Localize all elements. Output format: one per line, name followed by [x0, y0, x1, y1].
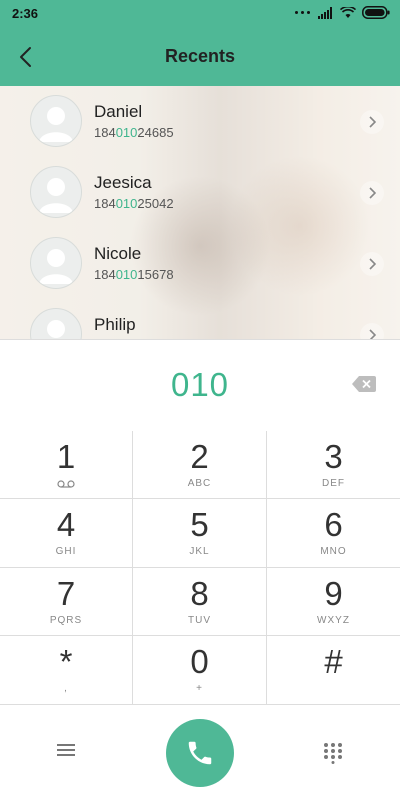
wifi-icon [340, 6, 356, 18]
contact-item[interactable]: Nicole 18401015678 [0, 228, 400, 299]
voicemail-icon [57, 479, 75, 488]
contact-name: Daniel [94, 102, 143, 121]
recents-list: Daniel 18401024685 Jeesica 18401025042 N… [0, 86, 400, 339]
contact-avatar-icon [30, 95, 82, 147]
key-hash[interactable]: # [267, 636, 400, 705]
number-display: 010 [0, 339, 400, 432]
key-4[interactable]: 4 GHI [0, 499, 133, 568]
phone-icon [188, 741, 212, 765]
call-button[interactable] [166, 719, 234, 787]
dialpad-icon [324, 743, 342, 764]
key-1[interactable]: 1 [0, 431, 133, 499]
menu-icon [57, 744, 75, 756]
contact-details-button[interactable] [360, 323, 384, 339]
page-title: Recents [164, 46, 236, 66]
key-6[interactable]: 6 MNO [267, 499, 400, 568]
contact-name: Nicole [94, 244, 142, 263]
key-5[interactable]: 5 JKL [133, 499, 267, 568]
dialed-number: 010 [170, 366, 230, 403]
chevron-right-icon [369, 116, 376, 128]
contact-details-button[interactable] [360, 110, 384, 134]
contact-item[interactable]: Philip [0, 299, 400, 339]
contact-details-button[interactable] [360, 252, 384, 276]
key-3[interactable]: 3 DEF [267, 431, 400, 499]
signal-icon [318, 6, 332, 19]
contact-avatar-icon [30, 308, 82, 339]
contact-name: Philip [94, 315, 136, 334]
more-notifications-icon [295, 11, 310, 14]
dialpad-keys: 1 2 ABC 3 DEF 4 GHI 5 JKL 6 MNO 7 PQRS 8 TUV 9W… [0, 431, 400, 705]
key-star[interactable]: *, [0, 636, 133, 705]
contact-avatar-icon [30, 237, 82, 289]
status-bar: 2:36 [0, 0, 400, 28]
status-icons [295, 6, 390, 19]
app-header: Recents [0, 28, 400, 86]
key-2[interactable]: 2 ABC [133, 431, 267, 499]
contact-avatar-icon [30, 166, 82, 218]
chevron-right-icon [369, 187, 376, 199]
contact-item[interactable]: Jeesica 18401025042 [0, 157, 400, 228]
key-7[interactable]: 7 PQRS [0, 568, 133, 636]
backspace-icon [352, 376, 376, 392]
contact-number: 18401024685 [94, 125, 174, 140]
contact-number: 18401015678 [94, 267, 174, 282]
chevron-right-icon [369, 329, 376, 339]
key-0[interactable]: 0 + [133, 636, 267, 705]
battery-icon [362, 6, 390, 19]
contact-details-button[interactable] [360, 181, 384, 205]
contact-number: 18401025042 [94, 196, 174, 211]
key-8[interactable]: 8 TUV [133, 568, 267, 636]
key-9[interactable]: 9 WXYZ [267, 568, 400, 636]
contact-item[interactable]: Daniel 18401024685 [0, 86, 400, 157]
status-time: 2:36 [12, 6, 39, 21]
contact-name: Jeesica [94, 173, 152, 192]
backspace-button[interactable] [352, 376, 376, 397]
chevron-right-icon [369, 258, 376, 270]
bottom-action-bar [0, 705, 400, 800]
dialpad-toggle-button[interactable] [322, 742, 344, 769]
menu-button[interactable] [56, 742, 76, 763]
